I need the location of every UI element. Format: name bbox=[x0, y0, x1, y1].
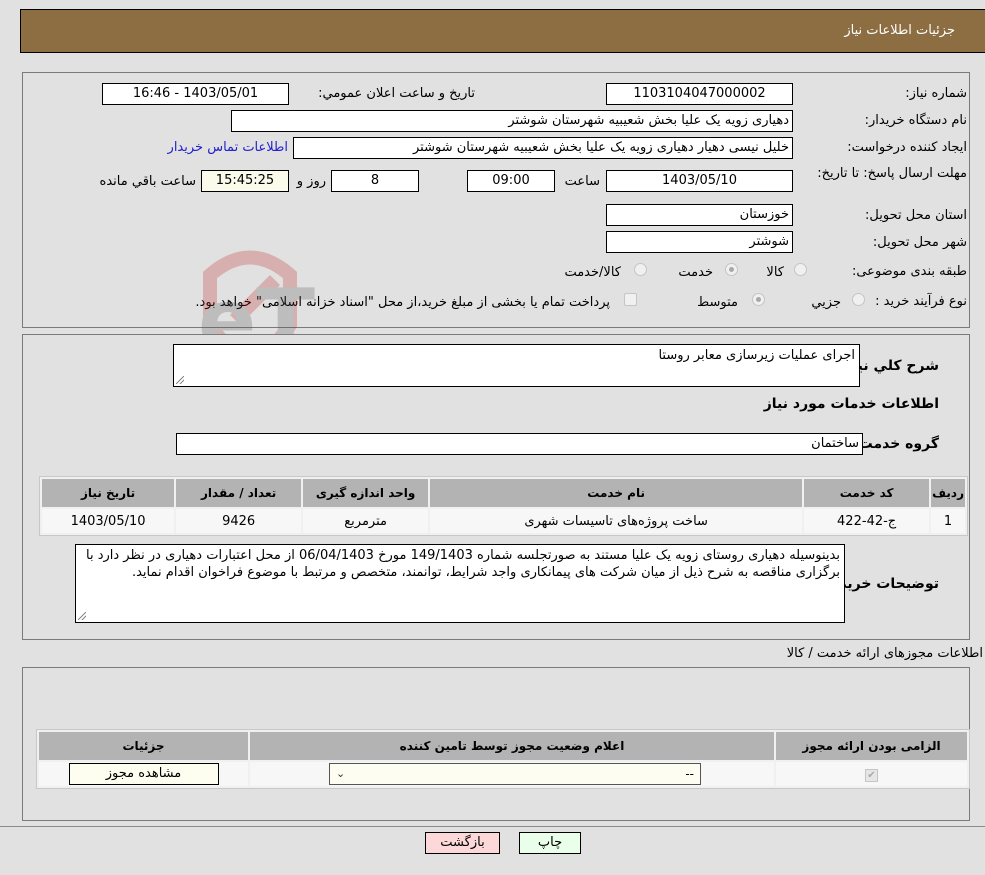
chevron-down-icon: ⌄ bbox=[336, 767, 346, 780]
permit-status-select[interactable]: -- ⌄ bbox=[329, 763, 701, 785]
cell-permit-status: -- ⌄ bbox=[250, 762, 774, 786]
category-option-goods-service: کالا/خدمت bbox=[564, 265, 621, 280]
treasury-checkbox[interactable] bbox=[624, 293, 637, 306]
requester-label: ایجاد کننده درخواست: bbox=[847, 140, 967, 155]
permits-table-header: الزامی بودن ارائه مجوز اعلام وضعیت مجوز … bbox=[39, 732, 967, 760]
process-radio-minor[interactable] bbox=[852, 293, 865, 306]
services-table-header: رديف کد خدمت نام خدمت واحد اندازه گیری ت… bbox=[42, 479, 965, 507]
category-option-goods: کالا bbox=[766, 265, 784, 280]
category-option-service: خدمت bbox=[678, 265, 713, 280]
col-row-number: رديف bbox=[931, 479, 965, 507]
province-label: استان محل تحویل: bbox=[865, 208, 967, 223]
summary-textarea[interactable]: اجرای عملیات زیرسازی معابر روستا bbox=[173, 344, 860, 387]
col-permit-required: الزامی بودن ارائه مجوز bbox=[776, 732, 967, 760]
col-service-code: کد خدمت bbox=[804, 479, 930, 507]
services-table: رديف کد خدمت نام خدمت واحد اندازه گیری ت… bbox=[39, 476, 968, 536]
treasury-note: پرداخت تمام یا بخشی از مبلغ خرید،از محل … bbox=[195, 295, 610, 310]
cell-unit: مترمربع bbox=[303, 509, 429, 533]
buyer-org-field: دهیاری زویه یک علیا بخش شعیبیه شهرستان ش… bbox=[231, 110, 793, 132]
category-label: طبقه بندی موضوعی: bbox=[851, 264, 967, 279]
deadline-label: مهلت ارسال پاسخ: تا تاریخ: bbox=[817, 166, 967, 181]
process-label: نوع فرآیند خرید : bbox=[875, 294, 967, 309]
cell-service-name: ساخت پروژه‌های تاسیسات شهری bbox=[430, 509, 803, 533]
requester-field: خلیل نیسی دهیار دهیاری زویه یک علیا بخش … bbox=[293, 137, 793, 159]
deadline-time-label: ساعت bbox=[564, 174, 600, 189]
deadline-date-field: 1403/05/10 bbox=[606, 170, 793, 192]
need-number-label: شماره نیاز: bbox=[905, 86, 967, 101]
resize-grip-icon[interactable] bbox=[78, 612, 86, 620]
remaining-time-field: 15:45:25 bbox=[201, 170, 289, 192]
service-group-field: ساختمان bbox=[176, 433, 863, 455]
deadline-time-field: 09:00 bbox=[467, 170, 555, 192]
buyer-notes-textarea[interactable]: بدینوسیله دهیاری روستای زویه یک علیا مست… bbox=[75, 544, 845, 623]
permit-status-value: -- bbox=[685, 767, 694, 781]
need-number-field: 1103104047000002 bbox=[606, 83, 793, 105]
buyer-org-label: نام دستگاه خریدار: bbox=[864, 113, 967, 128]
process-option-minor: جزيي bbox=[811, 295, 841, 310]
announce-datetime-field: 1403/05/01 - 16:46 bbox=[102, 83, 289, 105]
announce-datetime-label: تاریخ و ساعت اعلان عمومي: bbox=[318, 86, 475, 101]
province-field: خوزستان bbox=[606, 204, 793, 226]
services-title: اطلاعات خدمات مورد نياز bbox=[763, 396, 939, 412]
col-quantity: تعداد / مقدار bbox=[176, 479, 302, 507]
city-label: شهر محل تحویل: bbox=[872, 235, 967, 250]
cell-need-date: 1403/05/10 bbox=[42, 509, 175, 533]
category-radio-service[interactable] bbox=[725, 263, 738, 276]
col-permit-status: اعلام وضعیت مجوز توسط تامین کننده bbox=[250, 732, 774, 760]
buyer-contact-link[interactable]: اطلاعات تماس خریدار bbox=[168, 140, 288, 155]
table-row: ✔ -- ⌄ مشاهده مجوز bbox=[39, 762, 967, 786]
remaining-days-field: 8 bbox=[331, 170, 419, 192]
category-radio-goods[interactable] bbox=[794, 263, 807, 276]
table-row: 1 ج-42-422 ساخت پروژه‌های تاسیسات شهری م… bbox=[42, 509, 965, 533]
summary-text: اجرای عملیات زیرسازی معابر روستا bbox=[658, 348, 855, 363]
city-field: شوشتر bbox=[606, 231, 793, 253]
divider bbox=[0, 826, 985, 827]
col-permit-details: جزئیات bbox=[39, 732, 248, 760]
page-header: جزئیات اطلاعات نیاز bbox=[20, 9, 985, 53]
cell-row-number: 1 bbox=[931, 509, 965, 533]
permit-required-checkbox[interactable]: ✔ bbox=[865, 768, 878, 782]
col-unit: واحد اندازه گیری bbox=[303, 479, 429, 507]
col-service-name: نام خدمت bbox=[430, 479, 803, 507]
days-label: روز و bbox=[296, 174, 326, 189]
resize-grip-icon[interactable] bbox=[176, 376, 184, 384]
permits-title: اطلاعات مجوزهای ارائه خدمت / کالا bbox=[786, 646, 983, 661]
view-permit-button[interactable]: مشاهده مجوز bbox=[68, 763, 219, 785]
process-option-medium: متوسط bbox=[697, 295, 738, 310]
print-button[interactable]: چاپ bbox=[519, 832, 581, 854]
cell-service-code: ج-42-422 bbox=[804, 509, 930, 533]
category-radio-goods-service[interactable] bbox=[634, 263, 647, 276]
process-radio-medium[interactable] bbox=[752, 293, 765, 306]
col-need-date: تاريخ نياز bbox=[42, 479, 175, 507]
back-button[interactable]: بازگشت bbox=[425, 832, 500, 854]
cell-quantity: 9426 bbox=[176, 509, 302, 533]
cell-permit-required: ✔ bbox=[776, 762, 967, 786]
service-group-label: گروه خدمت: bbox=[853, 436, 939, 452]
permits-table: الزامی بودن ارائه مجوز اعلام وضعیت مجوز … bbox=[36, 729, 970, 789]
cell-permit-details: مشاهده مجوز bbox=[39, 762, 248, 786]
buyer-notes-text: بدینوسیله دهیاری روستای زویه یک علیا مست… bbox=[86, 548, 840, 580]
page-title: جزئیات اطلاعات نیاز bbox=[844, 23, 955, 38]
remaining-label: ساعت باقي مانده bbox=[99, 174, 196, 189]
